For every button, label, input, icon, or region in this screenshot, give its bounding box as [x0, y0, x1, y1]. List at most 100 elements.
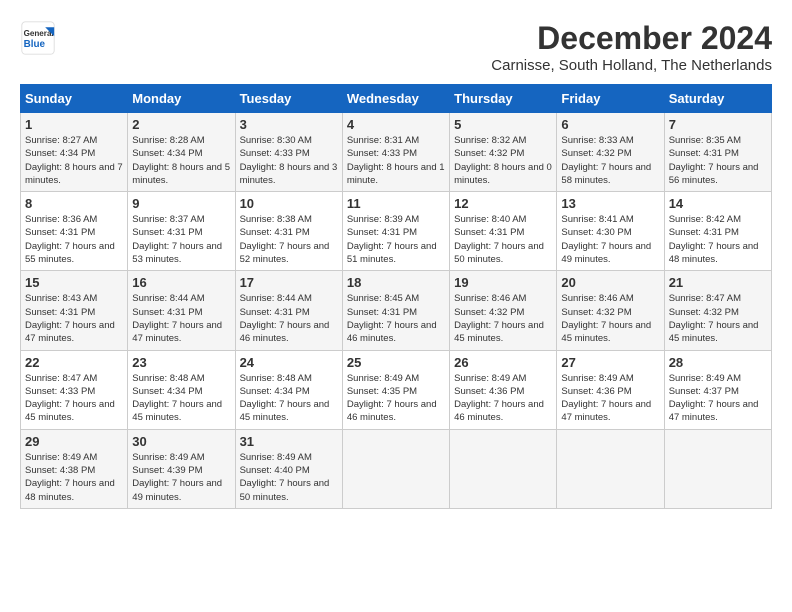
day-number: 2 [132, 117, 230, 132]
day-info: Sunrise: 8:49 AMSunset: 4:36 PMDaylight:… [454, 372, 552, 425]
day-number: 4 [347, 117, 445, 132]
day-of-week-header: Sunday [21, 85, 128, 113]
day-number: 26 [454, 355, 552, 370]
calendar-cell: 4 Sunrise: 8:31 AMSunset: 4:33 PMDaylight… [342, 113, 449, 192]
day-number: 31 [240, 434, 338, 449]
day-number: 9 [132, 196, 230, 211]
day-info: Sunrise: 8:41 AMSunset: 4:30 PMDaylight:… [561, 213, 659, 266]
calendar-cell: 5Sunrise: 8:32 AMSunset: 4:32 PMDaylight… [450, 113, 557, 192]
day-number: 8 [25, 196, 123, 211]
day-number: 11 [347, 196, 445, 211]
calendar-cell: 10Sunrise: 8:38 AMSunset: 4:31 PMDayligh… [235, 192, 342, 271]
day-number: 13 [561, 196, 659, 211]
day-number: 24 [240, 355, 338, 370]
day-info: Sunrise: 8:39 AMSunset: 4:31 PMDaylight:… [347, 213, 445, 266]
month-title: December 2024 [491, 20, 772, 57]
day-number: 19 [454, 275, 552, 290]
logo-icon: General Blue [20, 20, 56, 56]
day-info: Sunrise: 8:49 AMSunset: 4:38 PMDaylight:… [25, 451, 123, 504]
day-number: 7 [669, 117, 767, 132]
day-number: 10 [240, 196, 338, 211]
day-info: Sunrise: 8:49 AMSunset: 4:39 PMDaylight:… [132, 451, 230, 504]
day-info: Sunrise: 8:27 AMSunset: 4:34 PMDaylight:… [25, 134, 123, 187]
day-of-week-header: Thursday [450, 85, 557, 113]
calendar-cell: 27Sunrise: 8:49 AMSunset: 4:36 PMDayligh… [557, 350, 664, 429]
day-number: 21 [669, 275, 767, 290]
calendar-cell: 1Sunrise: 8:27 AMSunset: 4:34 PMDaylight… [21, 113, 128, 192]
day-number: 16 [132, 275, 230, 290]
calendar-cell: 19 Sunrise: 8:46 AMSunset: 4:32 PMDayligh… [450, 271, 557, 350]
day-number: 28 [669, 355, 767, 370]
day-number: 25 [347, 355, 445, 370]
day-number: 12 [454, 196, 552, 211]
location-title: Carnisse, South Holland, The Netherlands [491, 57, 772, 74]
day-number: 27 [561, 355, 659, 370]
calendar-cell: 16 Sunrise: 8:44 AMSunset: 4:31 PMDayligh… [128, 271, 235, 350]
day-info: Sunrise: 8:49 AMSunset: 4:40 PMDaylight:… [240, 451, 338, 504]
day-number: 23 [132, 355, 230, 370]
calendar-cell: 11 Sunrise: 8:39 AMSunset: 4:31 PMDayligh… [342, 192, 449, 271]
day-info: Sunrise: 8:46 AMSunset: 4:32 PMDaylight:… [561, 292, 659, 345]
calendar-cell: 18 Sunrise: 8:45 AMSunset: 4:31 PMDayligh… [342, 271, 449, 350]
calendar-week-row: 1Sunrise: 8:27 AMSunset: 4:34 PMDaylight… [21, 113, 772, 192]
day-number: 29 [25, 434, 123, 449]
calendar-cell: 13 Sunrise: 8:41 AMSunset: 4:30 PMDayligh… [557, 192, 664, 271]
calendar-cell: 30 Sunrise: 8:49 AMSunset: 4:39 PMDayligh… [128, 429, 235, 508]
calendar-cell [557, 429, 664, 508]
calendar-cell: 26 Sunrise: 8:49 AMSunset: 4:36 PMDayligh… [450, 350, 557, 429]
day-info: Sunrise: 8:30 AMSunset: 4:33 PMDaylight:… [240, 134, 338, 187]
day-number: 30 [132, 434, 230, 449]
calendar-cell: 24Sunrise: 8:48 AMSunset: 4:34 PMDayligh… [235, 350, 342, 429]
day-info: Sunrise: 8:42 AMSunset: 4:31 PMDaylight:… [669, 213, 767, 266]
day-info: Sunrise: 8:47 AMSunset: 4:33 PMDaylight:… [25, 372, 123, 425]
calendar-cell: 6 Sunrise: 8:33 AMSunset: 4:32 PMDaylight… [557, 113, 664, 192]
day-info: Sunrise: 8:45 AMSunset: 4:31 PMDaylight:… [347, 292, 445, 345]
calendar-week-row: 8 Sunrise: 8:36 AMSunset: 4:31 PMDaylight… [21, 192, 772, 271]
day-info: Sunrise: 8:49 AMSunset: 4:35 PMDaylight:… [347, 372, 445, 425]
calendar-table: SundayMondayTuesdayWednesdayThursdayFrid… [20, 84, 772, 509]
calendar-cell: 7 Sunrise: 8:35 AMSunset: 4:31 PMDaylight… [664, 113, 771, 192]
day-info: Sunrise: 8:35 AMSunset: 4:31 PMDaylight:… [669, 134, 767, 187]
calendar-cell: 14 Sunrise: 8:42 AMSunset: 4:31 PMDayligh… [664, 192, 771, 271]
page-header: General Blue December 2024 Carnisse, Sou… [20, 20, 772, 74]
day-info: Sunrise: 8:28 AMSunset: 4:34 PMDaylight:… [132, 134, 230, 187]
day-number: 14 [669, 196, 767, 211]
calendar-cell: 9 Sunrise: 8:37 AMSunset: 4:31 PMDaylight… [128, 192, 235, 271]
calendar-cell [450, 429, 557, 508]
day-number: 20 [561, 275, 659, 290]
day-info: Sunrise: 8:31 AMSunset: 4:33 PMDaylight:… [347, 134, 445, 187]
day-number: 5 [454, 117, 552, 132]
day-of-week-header: Monday [128, 85, 235, 113]
day-number: 15 [25, 275, 123, 290]
day-info: Sunrise: 8:40 AMSunset: 4:31 PMDaylight:… [454, 213, 552, 266]
calendar-week-row: 29 Sunrise: 8:49 AMSunset: 4:38 PMDayligh… [21, 429, 772, 508]
day-info: Sunrise: 8:46 AMSunset: 4:32 PMDaylight:… [454, 292, 552, 345]
calendar-week-row: 15Sunrise: 8:43 AMSunset: 4:31 PMDayligh… [21, 271, 772, 350]
calendar-cell: 20 Sunrise: 8:46 AMSunset: 4:32 PMDayligh… [557, 271, 664, 350]
calendar-cell: 12 Sunrise: 8:40 AMSunset: 4:31 PMDayligh… [450, 192, 557, 271]
day-info: Sunrise: 8:47 AMSunset: 4:32 PMDaylight:… [669, 292, 767, 345]
calendar-week-row: 22Sunrise: 8:47 AMSunset: 4:33 PMDayligh… [21, 350, 772, 429]
calendar-cell [342, 429, 449, 508]
day-number: 6 [561, 117, 659, 132]
logo: General Blue [20, 20, 56, 56]
day-info: Sunrise: 8:37 AMSunset: 4:31 PMDaylight:… [132, 213, 230, 266]
calendar-cell: 23Sunrise: 8:48 AMSunset: 4:34 PMDayligh… [128, 350, 235, 429]
calendar-cell: 8 Sunrise: 8:36 AMSunset: 4:31 PMDaylight… [21, 192, 128, 271]
day-info: Sunrise: 8:44 AMSunset: 4:31 PMDaylight:… [132, 292, 230, 345]
day-info: Sunrise: 8:33 AMSunset: 4:32 PMDaylight:… [561, 134, 659, 187]
day-of-week-header: Tuesday [235, 85, 342, 113]
day-of-week-header: Saturday [664, 85, 771, 113]
title-section: December 2024 Carnisse, South Holland, T… [491, 20, 772, 74]
day-number: 18 [347, 275, 445, 290]
svg-text:Blue: Blue [24, 39, 46, 50]
day-number: 3 [240, 117, 338, 132]
day-info: Sunrise: 8:36 AMSunset: 4:31 PMDaylight:… [25, 213, 123, 266]
calendar-cell: 29 Sunrise: 8:49 AMSunset: 4:38 PMDayligh… [21, 429, 128, 508]
calendar-cell: 21 Sunrise: 8:47 AMSunset: 4:32 PMDayligh… [664, 271, 771, 350]
calendar-cell: 3 Sunrise: 8:30 AMSunset: 4:33 PMDaylight… [235, 113, 342, 192]
calendar-cell: 17Sunrise: 8:44 AMSunset: 4:31 PMDayligh… [235, 271, 342, 350]
calendar-cell: 31 Sunrise: 8:49 AMSunset: 4:40 PMDayligh… [235, 429, 342, 508]
calendar-cell [664, 429, 771, 508]
day-of-week-header: Wednesday [342, 85, 449, 113]
